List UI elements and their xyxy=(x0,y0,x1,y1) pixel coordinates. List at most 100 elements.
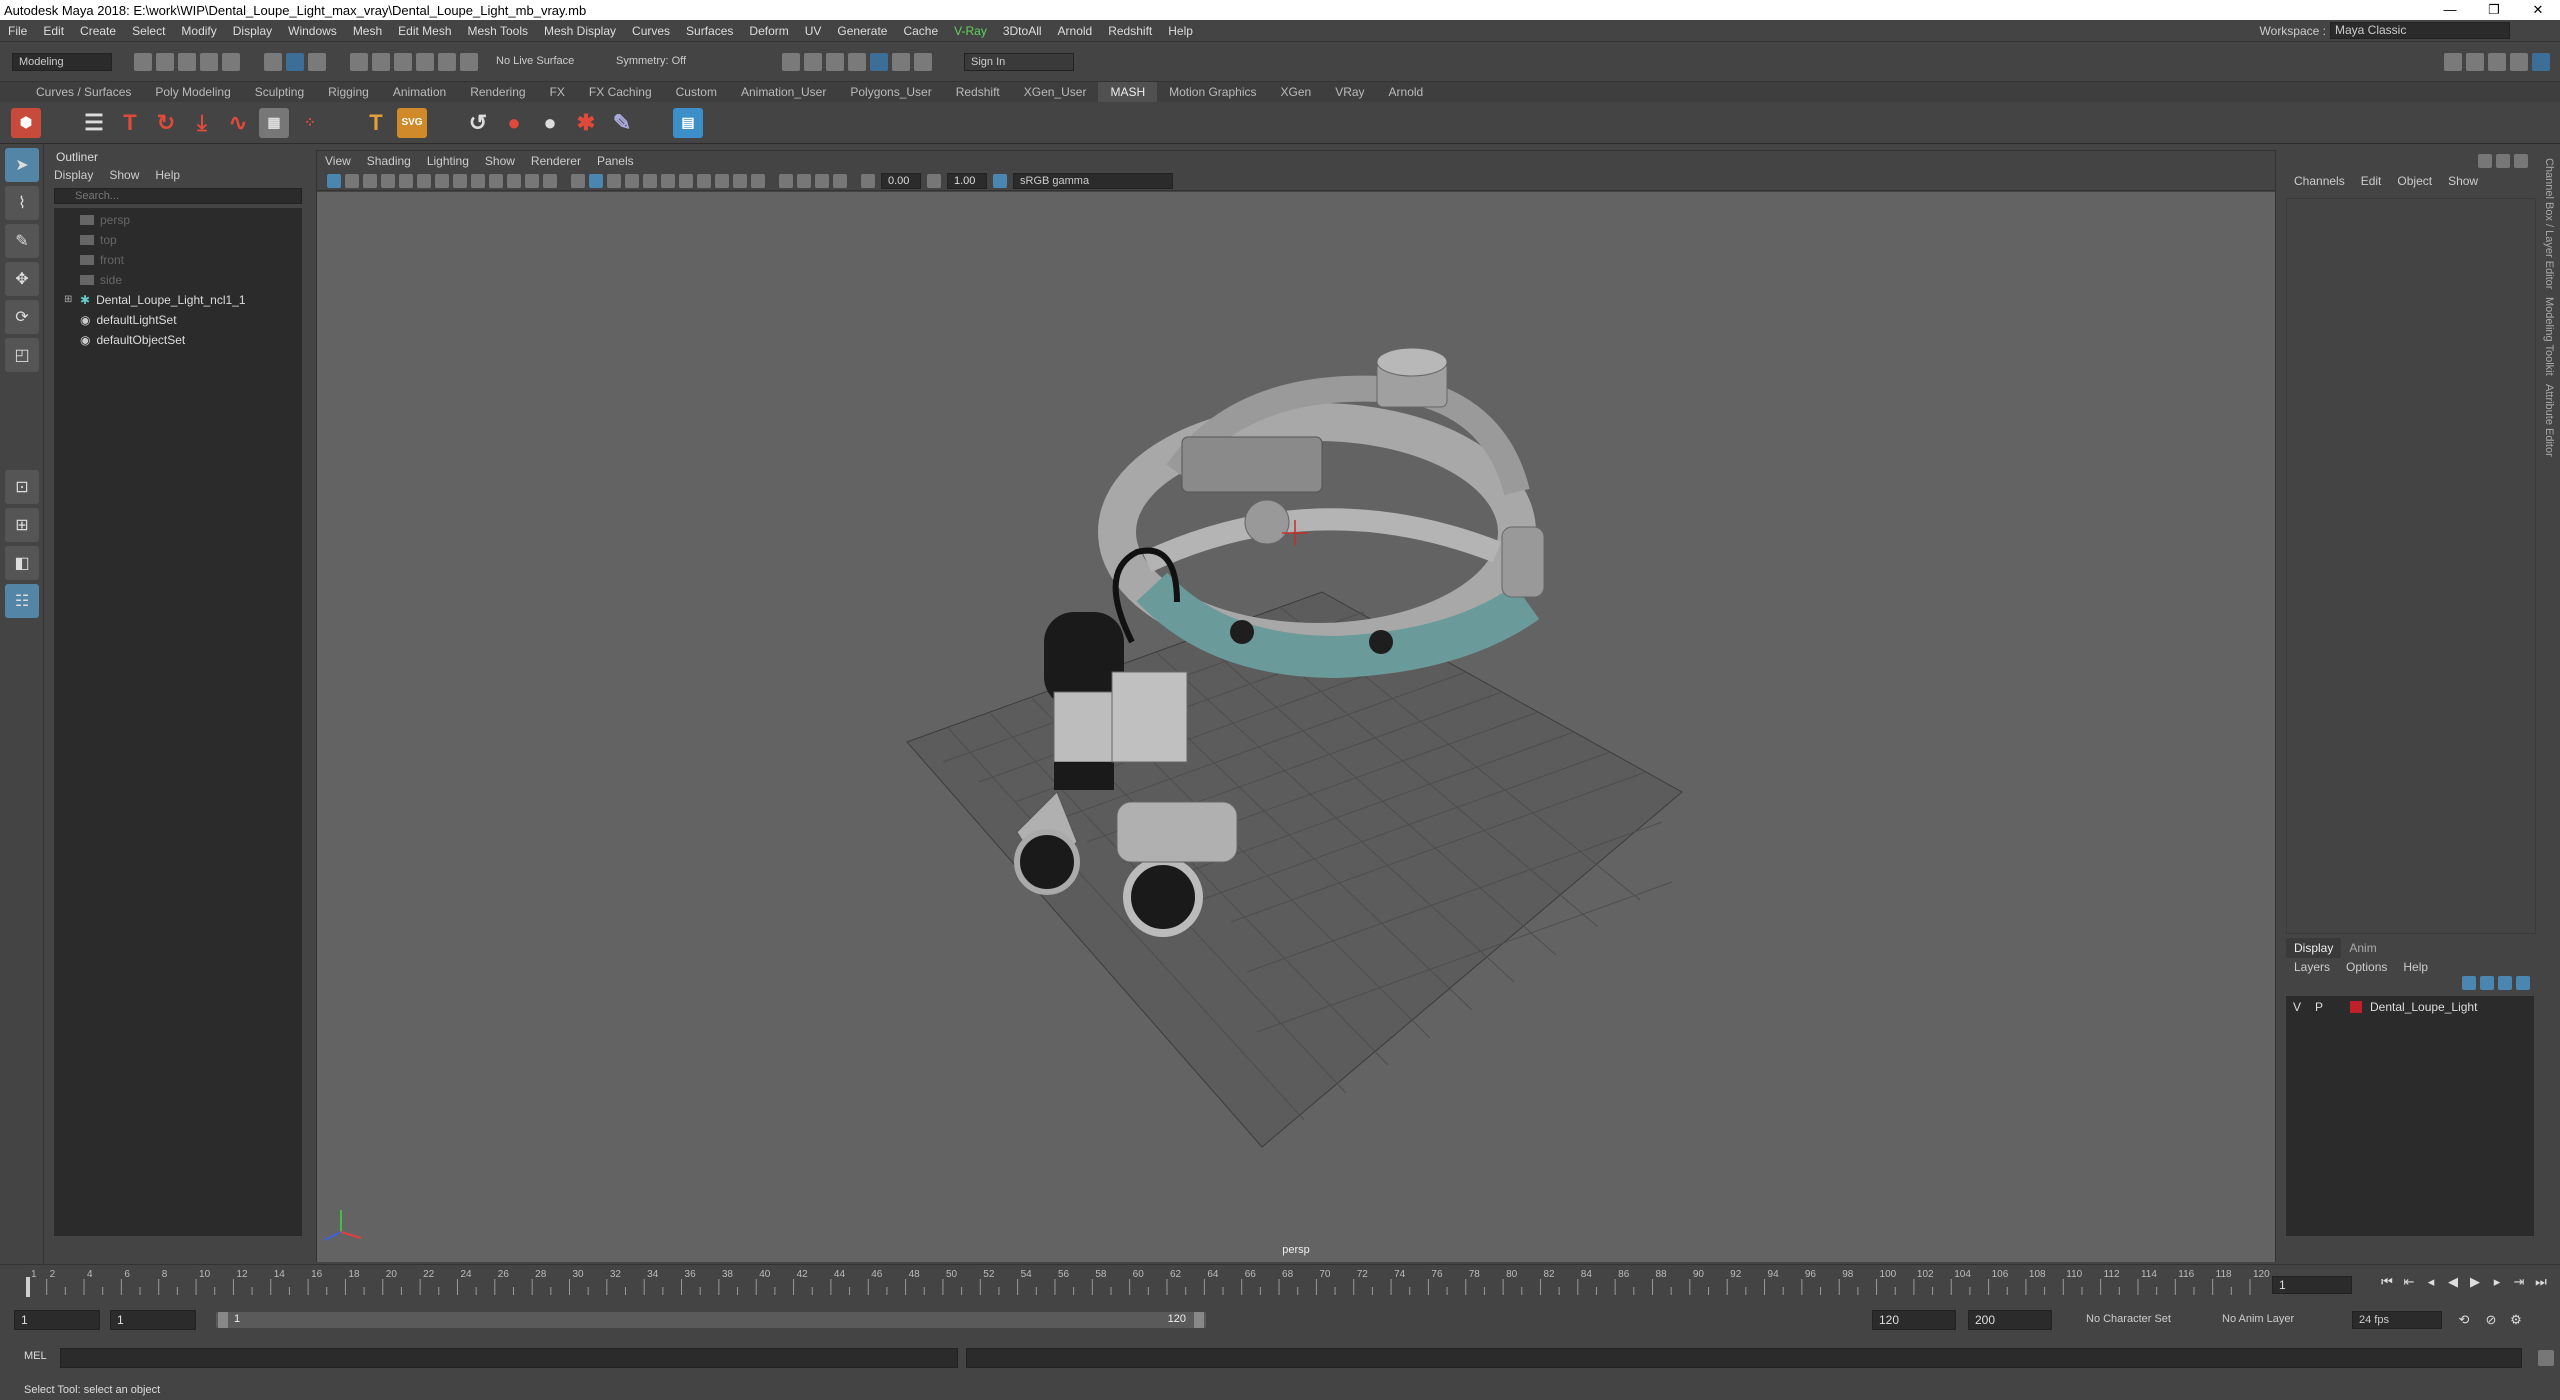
layer-menu-layers[interactable]: Layers xyxy=(2286,958,2338,976)
shelf-tab-curves-surfaces[interactable]: Curves / Surfaces xyxy=(0,82,143,102)
camera-attributes-icon[interactable] xyxy=(345,173,359,188)
channel-menu-edit[interactable]: Edit xyxy=(2353,170,2390,192)
depth-of-field-icon[interactable] xyxy=(751,173,765,188)
outliner-menu-display[interactable]: Display xyxy=(46,168,101,182)
resolution-gate-icon[interactable] xyxy=(471,173,485,188)
menu-mesh[interactable]: Mesh xyxy=(345,20,390,42)
snap-view-plane-icon[interactable] xyxy=(416,52,434,71)
shelf-tab-motion-graphics[interactable]: Motion Graphics xyxy=(1157,82,1268,102)
play-backwards-icon[interactable]: ◀ xyxy=(2445,1274,2461,1290)
sign-in-button[interactable]: Sign In xyxy=(964,52,1074,71)
shelf-tab-sculpting[interactable]: Sculpting xyxy=(243,82,316,102)
select-camera-icon[interactable] xyxy=(327,173,341,188)
save-scene-icon[interactable] xyxy=(178,52,196,71)
isolate-select-icon[interactable] xyxy=(779,173,793,188)
anim-layer-dropdown[interactable]: No Anim Layer xyxy=(2216,1311,2336,1329)
3d-scene-view[interactable]: persp xyxy=(317,192,2275,1262)
rotate-tool-icon[interactable]: ⟳ xyxy=(5,300,39,334)
new-scene-icon[interactable] xyxy=(134,52,152,71)
menu-modify[interactable]: Modify xyxy=(173,20,224,42)
channel-menu-object[interactable]: Object xyxy=(2389,170,2440,192)
gamma-field[interactable]: 1.00 xyxy=(947,172,987,189)
playback-end-field[interactable]: 120 xyxy=(1872,1310,1956,1330)
outliner-item-persp[interactable]: persp xyxy=(54,210,302,230)
outliner-menu-help[interactable]: Help xyxy=(147,168,188,182)
snap-surface-icon[interactable] xyxy=(438,52,456,71)
expand-icon[interactable]: ⊞ xyxy=(64,290,74,310)
motion-blur-icon[interactable] xyxy=(715,173,729,188)
menu-windows[interactable]: Windows xyxy=(280,20,345,42)
new-layer-selected-icon[interactable] xyxy=(2516,976,2530,990)
screen-space-ao-icon[interactable] xyxy=(697,173,711,188)
menu-mesh-display[interactable]: Mesh Display xyxy=(536,20,624,42)
anti-aliasing-icon[interactable] xyxy=(733,173,747,188)
live-surface[interactable]: No Live Surface xyxy=(490,52,600,71)
layer-row[interactable]: V P Dental_Loupe_Light xyxy=(2286,996,2534,1018)
channel-menu-channels[interactable]: Channels xyxy=(2286,170,2353,192)
shelf-tab-rendering[interactable]: Rendering xyxy=(458,82,537,102)
pause-viewport-icon[interactable] xyxy=(914,52,932,71)
xray-active-components-icon[interactable] xyxy=(815,173,829,188)
render-setup-icon[interactable] xyxy=(892,52,910,71)
film-gate-icon[interactable] xyxy=(453,173,467,188)
menu-deform[interactable]: Deform xyxy=(741,20,796,42)
modeling-toolkit-icon[interactable] xyxy=(2444,52,2462,71)
render-settings-icon[interactable] xyxy=(848,52,866,71)
side-tab-modeling-toolkit[interactable]: Modeling Toolkit xyxy=(2543,297,2555,376)
safe-action-icon[interactable] xyxy=(525,173,539,188)
exposure-icon[interactable] xyxy=(861,173,875,188)
close-button[interactable]: ✕ xyxy=(2516,0,2560,20)
workspace-dropdown[interactable]: Maya Classic xyxy=(2330,22,2510,39)
layer-tab-anim[interactable]: Anim xyxy=(2341,938,2384,958)
menu-generate[interactable]: Generate xyxy=(829,20,895,42)
redo-icon[interactable] xyxy=(222,52,240,71)
outliner-layout-icon[interactable]: ☷ xyxy=(5,584,39,618)
character-set-dropdown[interactable]: No Character Set xyxy=(2080,1311,2210,1329)
step-forward-frame-icon[interactable]: ▸ xyxy=(2489,1274,2505,1290)
render-frame-icon[interactable] xyxy=(804,52,822,71)
textured-icon[interactable] xyxy=(643,173,657,188)
play-forwards-icon[interactable]: ▶ xyxy=(2467,1274,2483,1290)
four-view-layout-icon[interactable]: ⊞ xyxy=(5,508,39,542)
channel-menu-show[interactable]: Show xyxy=(2440,170,2486,192)
menu-3dtoall[interactable]: 3DtoAll xyxy=(995,20,1050,42)
menu-mesh-tools[interactable]: Mesh Tools xyxy=(460,20,536,42)
single-perspective-layout-icon[interactable]: ⊡ xyxy=(5,470,39,504)
shelf-tab-mash[interactable]: MASH xyxy=(1098,82,1158,102)
shelf-tab-vray[interactable]: VRay xyxy=(1323,82,1376,102)
mash-grid-icon[interactable]: ▦ xyxy=(259,107,289,138)
mash-sphere-icon[interactable]: ● xyxy=(499,108,529,138)
current-frame-marker[interactable] xyxy=(26,1277,30,1297)
auto-key-icon[interactable]: ⊘ xyxy=(2483,1312,2499,1328)
image-plane-icon[interactable] xyxy=(381,173,395,188)
snap-curve-icon[interactable] xyxy=(372,52,390,71)
select-component-icon[interactable] xyxy=(308,52,326,71)
paint-select-tool-icon[interactable]: ✎ xyxy=(5,224,39,258)
shelf-tab-poly-modeling[interactable]: Poly Modeling xyxy=(143,82,242,102)
range-start-handle[interactable] xyxy=(218,1312,228,1328)
layer-color-swatch[interactable] xyxy=(2350,1001,2362,1013)
layer-playback-toggle[interactable]: P xyxy=(2308,996,2330,1018)
snap-pivot-icon[interactable] xyxy=(460,52,478,71)
mash-create-network-icon[interactable]: ⬢ xyxy=(11,107,41,138)
undo-icon[interactable] xyxy=(200,52,218,71)
render-view-icon[interactable] xyxy=(782,52,800,71)
viewport-menu-show[interactable]: Show xyxy=(477,151,523,171)
mash-dynamics-icon[interactable]: ● xyxy=(535,108,565,138)
shelf-tab-polygons-user[interactable]: Polygons_User xyxy=(838,82,943,102)
mash-brush-icon[interactable]: ✎ xyxy=(607,108,637,138)
maximize-button[interactable]: ❐ xyxy=(2472,0,2516,20)
tool-settings-icon[interactable] xyxy=(2488,52,2506,71)
shelf-tab-arnold[interactable]: Arnold xyxy=(1377,82,1436,102)
move-layer-down-icon[interactable] xyxy=(2480,976,2494,990)
layer-menu-options[interactable]: Options xyxy=(2338,958,2395,976)
shelf-tab-fx-caching[interactable]: FX Caching xyxy=(577,82,664,102)
outliner-item-top[interactable]: top xyxy=(54,230,302,250)
command-input[interactable] xyxy=(60,1348,958,1368)
view-transform-dropdown[interactable]: sRGB gamma xyxy=(1013,172,1173,189)
channel-box-display-icon[interactable] xyxy=(2478,154,2492,168)
end-time-field[interactable]: 200 xyxy=(1968,1310,2052,1330)
mash-blast-icon[interactable]: ✱ xyxy=(571,108,601,138)
menu-vray[interactable]: V-Ray xyxy=(946,20,995,42)
ipr-render-icon[interactable] xyxy=(826,52,844,71)
